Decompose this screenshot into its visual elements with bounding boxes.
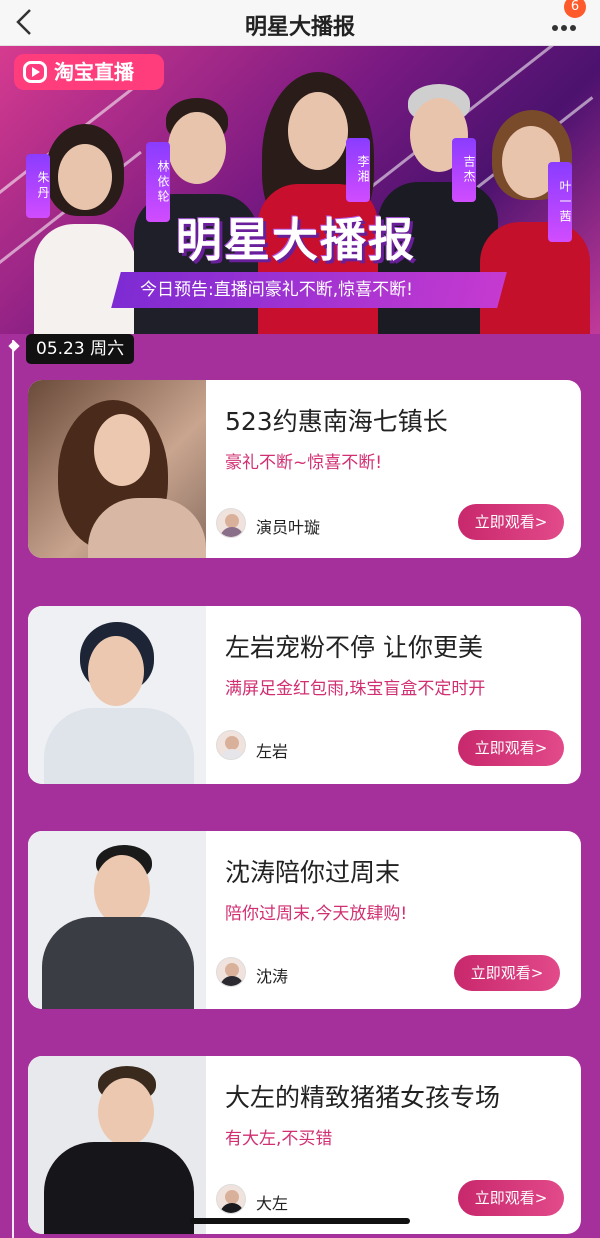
host-name: 左岩 xyxy=(256,742,289,761)
home-indicator[interactable] xyxy=(190,1218,410,1224)
card-subtitle: 陪你过周末,今天放肆购! xyxy=(225,904,408,924)
name-tag-3: 李湘 xyxy=(346,138,370,202)
card-photo xyxy=(28,1056,206,1234)
timeline-dot xyxy=(8,340,20,352)
card-photo xyxy=(28,606,206,784)
banner-subtitle: 今日预告:直播间豪礼不断,惊喜不断! xyxy=(111,272,507,308)
card-photo xyxy=(28,380,206,558)
date-label: 05.23 周六 xyxy=(26,334,135,364)
name-tag-1: 朱丹 xyxy=(26,154,50,218)
schedule-section: 05.23 周六 523约惠南海七镇长 豪礼不断~惊喜不断! 演员叶璇 立即观看… xyxy=(0,334,600,1238)
play-icon xyxy=(23,61,47,83)
live-card[interactable]: 523约惠南海七镇长 豪礼不断~惊喜不断! 演员叶璇 立即观看> xyxy=(28,380,581,558)
host-name: 大左 xyxy=(256,1194,289,1213)
host-avatar xyxy=(216,957,246,987)
name-tag-2: 林依轮 xyxy=(146,142,170,222)
card-title: 左岩宠粉不停 让你更美 xyxy=(225,633,483,662)
card-title: 大左的精致猪猪女孩专场 xyxy=(225,1083,501,1112)
page-title: 明星大播报 xyxy=(244,15,355,40)
watch-now-button[interactable]: 立即观看> xyxy=(458,730,564,766)
card-subtitle: 满屏足金红包雨,珠宝盲盒不定时开 xyxy=(225,679,486,699)
card-title: 523约惠南海七镇长 xyxy=(225,407,448,436)
watch-now-button[interactable]: 立即观看> xyxy=(458,504,564,540)
top-navbar: 明星大播报 6 xyxy=(0,0,600,46)
card-photo xyxy=(28,831,206,1009)
host-avatar xyxy=(216,508,246,538)
card-subtitle: 有大左,不买错 xyxy=(225,1129,333,1149)
timeline-line xyxy=(12,340,14,1238)
watch-now-button[interactable]: 立即观看> xyxy=(458,1180,564,1216)
watch-now-button[interactable]: 立即观看> xyxy=(454,955,560,991)
host-avatar xyxy=(216,730,246,760)
hero-banner[interactable]: 淘宝直播 朱丹 林依轮 李湘 吉杰 叶一茜 明星大播报 今日预告:直播间豪礼不断… xyxy=(0,46,600,334)
live-card[interactable]: 大左的精致猪猪女孩专场 有大左,不买错 大左 立即观看> xyxy=(28,1056,581,1234)
banner-title: 明星大播报 xyxy=(176,213,416,267)
card-subtitle: 豪礼不断~惊喜不断! xyxy=(225,453,383,473)
card-title: 沈涛陪你过周末 xyxy=(225,858,401,887)
taobao-live-logo: 淘宝直播 xyxy=(14,54,164,90)
name-tag-5: 叶一茜 xyxy=(548,162,572,242)
live-card[interactable]: 沈涛陪你过周末 陪你过周末,今天放肆购! 沈涛 立即观看> xyxy=(28,831,581,1009)
more-dots-icon[interactable] xyxy=(552,16,584,31)
name-tag-4: 吉杰 xyxy=(452,138,476,202)
host-name: 演员叶璇 xyxy=(256,518,321,537)
host-name: 沈涛 xyxy=(256,967,289,986)
live-card[interactable]: 左岩宠粉不停 让你更美 满屏足金红包雨,珠宝盲盒不定时开 左岩 立即观看> xyxy=(28,606,581,784)
host-avatar xyxy=(216,1184,246,1214)
